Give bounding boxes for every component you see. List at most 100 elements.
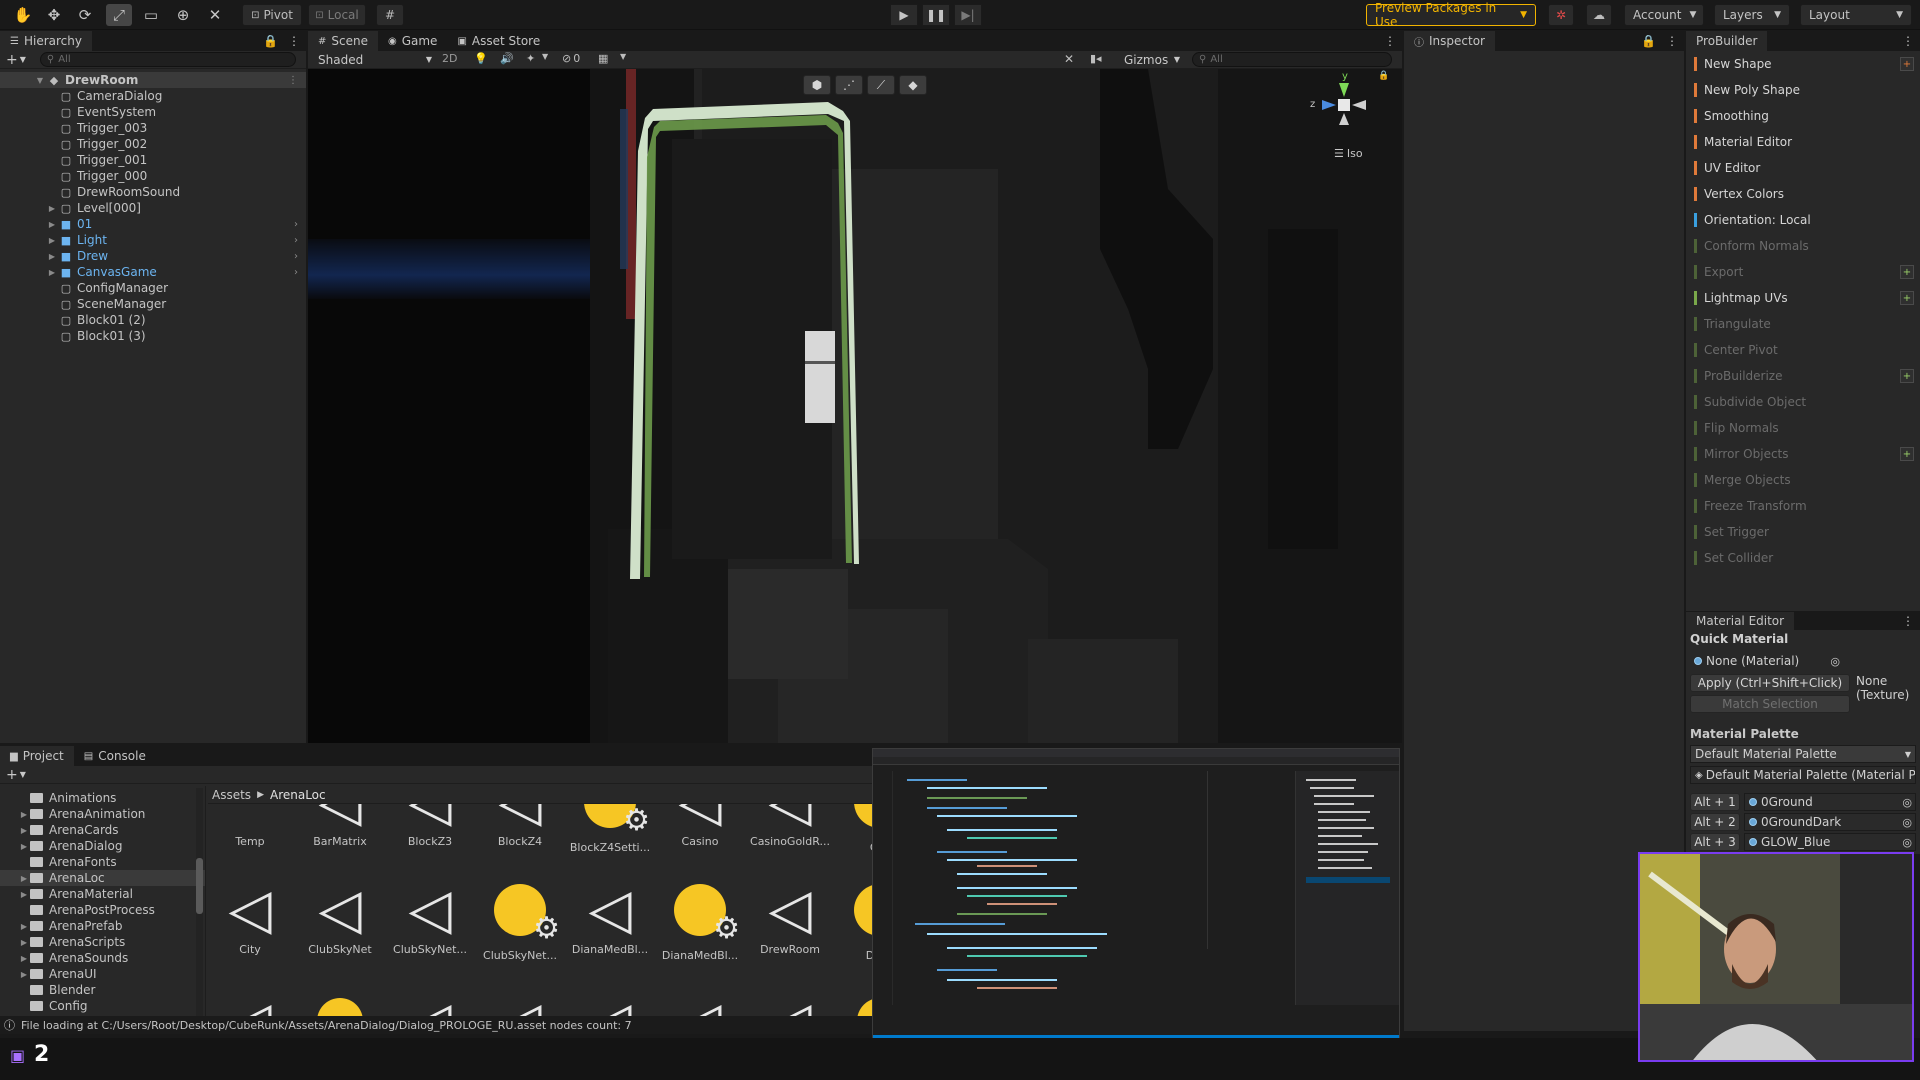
edge-mode-icon[interactable]: ⟋ [867,75,895,95]
kebab-menu-icon[interactable]: ⋮ [1896,612,1920,630]
tab-project[interactable]: ▆ Project [0,746,74,766]
kebab-menu-icon[interactable]: ⋮ [282,31,306,51]
pause-button[interactable]: ❚❚ [922,4,950,26]
hierarchy-item[interactable]: ▢ DrewRoomSound [0,184,306,200]
hierarchy-item[interactable]: ▢ ConfigManager [0,280,306,296]
chevron-right-icon[interactable]: › [294,235,298,246]
chevron-down-icon[interactable]: ▼ [542,52,548,61]
lighting-icon[interactable]: 💡 [474,52,488,65]
folder-item[interactable]: ▶ ArenaAnimation [0,806,205,822]
hierarchy-item[interactable]: ▢ Trigger_002 [0,136,306,152]
asset-item[interactable]: ◁ ClubSkyNet... [388,878,472,958]
play-button[interactable]: ▶ [890,4,918,26]
tab-probuilder[interactable]: ProBuilder [1686,31,1768,51]
folder-item[interactable]: Blender [0,982,205,998]
lock-icon[interactable]: 🔒 [1378,71,1389,81]
palette-object-field[interactable]: ◈Default Material Palette (Material P◎ [1690,766,1916,784]
grid-toggle-icon[interactable]: ▦ [598,52,608,65]
vertex-mode-icon[interactable]: ⋰ [835,75,863,95]
scale-tool-icon[interactable]: ⤢ [106,4,132,26]
layers-dropdown[interactable]: Layers ▼ [1714,4,1790,26]
chevron-right-icon[interactable]: ▶ [18,954,30,963]
step-button[interactable]: ▶| [954,4,982,26]
folder-item[interactable]: ▶ ArenaUI [0,966,205,982]
chevron-right-icon[interactable]: ▶ [18,938,30,947]
quick-material-field[interactable]: None (Material) ◎ [1690,652,1840,670]
add-icon[interactable]: + [6,52,18,68]
shading-dropdown[interactable]: Shaded ▼ [314,51,436,68]
audio-icon[interactable]: 🔊 [500,52,514,65]
chevron-right-icon[interactable]: ▶ [18,890,30,899]
transform-tool-icon[interactable]: ⊕ [170,4,196,26]
breadcrumb-current[interactable]: ArenaLoc [270,788,326,802]
target-icon[interactable]: ◎ [1902,816,1912,829]
folder-item[interactable]: ▶ ArenaScripts [0,934,205,950]
options-plus-icon[interactable]: + [1900,291,1914,305]
chevron-down-icon[interactable]: ▼ [20,770,26,779]
probuilder-action[interactable]: Export + [1686,259,1920,285]
tab-inspector[interactable]: ⓘ Inspector [1404,31,1495,51]
2d-toggle[interactable]: 2D [442,52,457,65]
match-selection-button[interactable]: Match Selection [1690,695,1850,713]
chevron-right-icon[interactable]: ▶ [18,842,30,851]
scene-search-input[interactable]: ⚲ All [1192,52,1392,67]
chevron-right-icon[interactable]: ▶ [46,268,58,277]
hierarchy-item[interactable]: ▶ ■ CanvasGame › [0,264,306,280]
chevron-right-icon[interactable]: ▶ [46,252,58,261]
asset-item[interactable]: ⚙ Drew [838,878,872,964]
asset-item[interactable]: ⚙ BlockZ4Setti... [568,804,652,856]
asset-item[interactable]: ◁ City [208,878,292,958]
hand-tool-icon[interactable]: ✋ [10,4,36,26]
kebab-menu-icon[interactable]: ⋮ [288,75,298,86]
chevron-right-icon[interactable]: ▶ [46,220,58,229]
asset-item[interactable]: ◁ ClubSkyNet [298,878,382,958]
collab-button[interactable]: ✲ [1548,4,1574,26]
probuilder-action[interactable]: Mirror Objects + [1686,441,1920,467]
effects-icon[interactable]: ✦ [526,52,535,65]
hierarchy-item[interactable]: ▶ ■ Drew › [0,248,306,264]
grid-snap-button[interactable]: # [376,4,404,26]
rotate-tool-icon[interactable]: ⟳ [72,4,98,26]
folder-item[interactable]: ▶ ArenaLoc [0,870,205,886]
chevron-right-icon[interactable]: › [294,251,298,262]
hierarchy-item[interactable]: ▢ Trigger_000 [0,168,306,184]
probuilder-action[interactable]: New Poly Shape [1686,77,1920,103]
folder-item[interactable]: ArenaFonts [0,854,205,870]
asset-item[interactable]: ◁CasinoGoldR... [748,804,832,850]
chevron-down-icon[interactable]: ▼ [20,55,26,64]
asset-item[interactable]: ◁Casino [658,804,742,850]
chevron-right-icon[interactable]: ▶ [18,922,30,931]
probuilder-action[interactable]: Freeze Transform [1686,493,1920,519]
asset-item[interactable]: ◁BarMatrix [298,804,382,850]
tab-asset-store[interactable]: ▣ Asset Store [447,31,550,51]
hierarchy-item[interactable]: ▢ SceneManager [0,296,306,312]
folder-item[interactable]: ▶ ArenaPrefab [0,918,205,934]
options-plus-icon[interactable]: + [1900,369,1914,383]
preview-packages-dropdown[interactable]: Preview Packages in Use ▼ [1366,1,1536,29]
probuilder-action[interactable]: Set Trigger [1686,519,1920,545]
material-shortcut-button[interactable]: Alt + 1 [1690,793,1740,811]
probuilder-action[interactable]: Smoothing [1686,103,1920,129]
folder-item[interactable]: ▶ ArenaDialog [0,838,205,854]
probuilder-action[interactable]: Set Collider [1686,545,1920,571]
probuilder-action[interactable]: Orientation: Local [1686,207,1920,233]
hidden-objects-toggle[interactable]: ⊘ 0 [562,52,580,65]
hierarchy-item[interactable]: ▢ Block01 (3) [0,328,306,344]
probuilder-action[interactable]: New Shape + [1686,51,1920,77]
folder-scrollbar[interactable] [196,788,203,1024]
custom-tool-icon[interactable]: ✕ [202,4,228,26]
hierarchy-item[interactable]: ▢ CameraDialog [0,88,306,104]
asset-item[interactable]: ◁BlockZ4 [478,804,562,850]
kebab-menu-icon[interactable]: ⋮ [1660,31,1684,51]
kebab-menu-icon[interactable]: ⋮ [1896,31,1920,51]
probuilder-action[interactable]: Flip Normals [1686,415,1920,441]
chevron-right-icon[interactable]: ▶ [46,204,58,213]
tab-hierarchy[interactable]: ☰ Hierarchy [0,31,92,51]
camera-icon[interactable]: ▮◂ [1090,52,1102,65]
asset-item[interactable]: Temp [208,804,292,850]
folder-item[interactable]: ▶ ArenaSounds [0,950,205,966]
scene-root-row[interactable]: ▼ ◆ DrewRoom ⋮ [0,72,306,88]
hierarchy-item[interactable]: ▢ Trigger_003 [0,120,306,136]
chevron-right-icon[interactable]: › [294,267,298,278]
probuilder-action[interactable]: Lightmap UVs + [1686,285,1920,311]
